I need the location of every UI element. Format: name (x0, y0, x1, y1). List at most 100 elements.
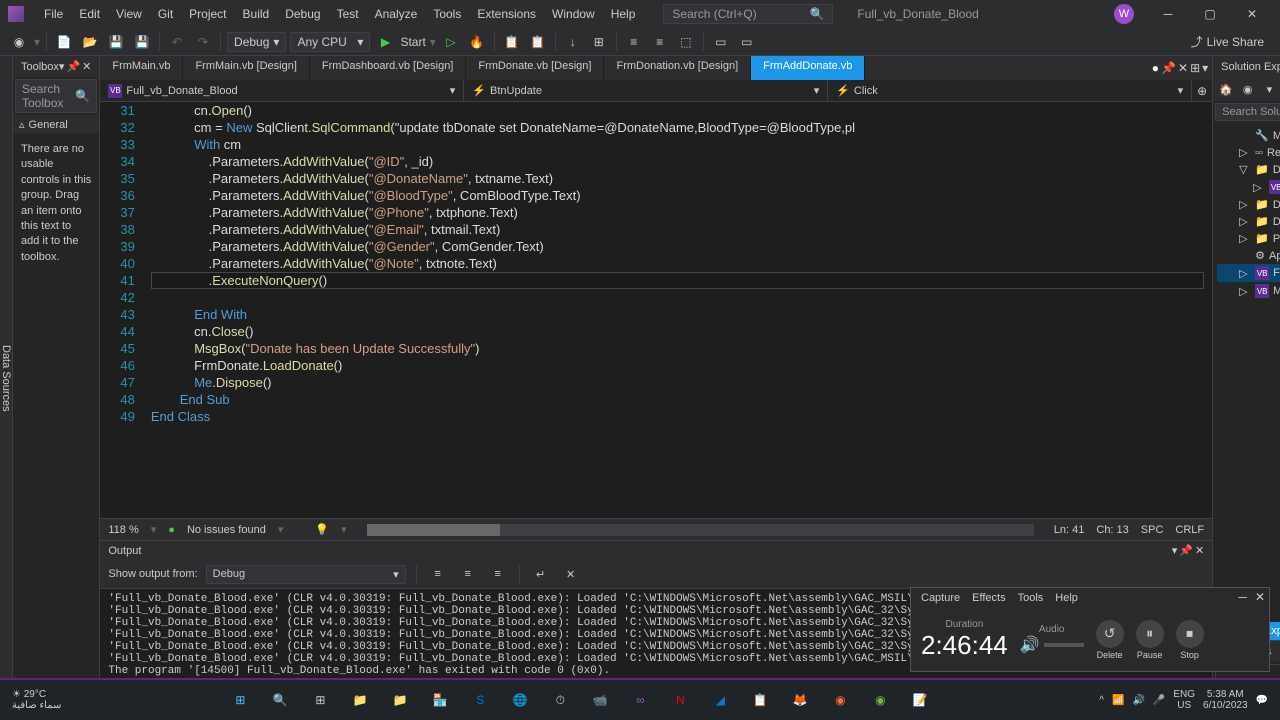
tree-item[interactable]: ▷VBFrmMain.vb (1217, 264, 1280, 282)
back-button[interactable]: ◉ (8, 31, 30, 53)
open-button[interactable]: 📂 (79, 31, 101, 53)
tray-chevron-icon[interactable]: ^ (1099, 695, 1104, 706)
tb-icon[interactable]: ▭ (736, 31, 758, 53)
document-tab[interactable]: FrmDashboard.vb [Design] (310, 56, 466, 80)
taskbar-app[interactable]: ⏱ (542, 682, 578, 718)
weather-widget[interactable]: ☀ 29°C سماء صافية (12, 689, 61, 711)
rec-minimize[interactable]: ─ (1238, 590, 1247, 604)
close-icon[interactable]: ✕ (82, 60, 91, 73)
menu-test[interactable]: Test (329, 3, 367, 25)
delete-button[interactable]: ↺Delete (1096, 620, 1124, 660)
taskbar-app[interactable]: S (462, 682, 498, 718)
document-tab[interactable]: FrmDonate.vb [Design] (466, 56, 604, 80)
tree-item[interactable]: ▷VBFrmDashboard.vb (1217, 178, 1280, 196)
tb-icon[interactable]: 📋 (527, 31, 549, 53)
taskbar-app[interactable]: 🦊 (782, 682, 818, 718)
toolbox-search[interactable]: Search Toolbox 🔍 (15, 79, 97, 113)
tb-icon[interactable]: ▭ (710, 31, 732, 53)
tb-icon[interactable]: ⊞ (588, 31, 610, 53)
tree-item[interactable]: ⚙App.config (1217, 247, 1280, 264)
tree-item[interactable]: 🔧My Project (1217, 127, 1280, 144)
tray-lang[interactable]: ENGUS (1173, 689, 1195, 711)
document-tab[interactable]: FrmAddDonate.vb (751, 56, 865, 80)
recorder-menu-item[interactable]: Capture (921, 592, 960, 604)
taskbar-app[interactable]: 📁 (382, 682, 418, 718)
menu-edit[interactable]: Edit (71, 3, 108, 25)
menu-debug[interactable]: Debug (277, 3, 328, 25)
tree-item[interactable]: ▷📁Patient (1217, 230, 1280, 247)
tb-icon[interactable]: ≡ (649, 31, 671, 53)
close-button[interactable]: ✕ (1232, 0, 1272, 28)
minimize-button[interactable]: ─ (1148, 0, 1188, 28)
taskbar-app[interactable]: ◉ (862, 682, 898, 718)
dropdown-icon[interactable]: ▾ (1172, 544, 1178, 557)
tb-icon[interactable]: ≡ (623, 31, 645, 53)
menu-build[interactable]: Build (235, 3, 278, 25)
start-button[interactable]: ▶ (374, 31, 396, 53)
document-tab[interactable]: FrmMain.vb (100, 56, 183, 80)
tb-icon[interactable]: 📋 (501, 31, 523, 53)
task-view-icon[interactable]: ⊞ (302, 682, 338, 718)
platform-dropdown[interactable]: Any CPU▾ (290, 32, 370, 52)
tab-dropdown-icon[interactable]: ⊞ (1190, 61, 1200, 75)
taskbar-app[interactable]: 🌐 (502, 682, 538, 718)
taskbar-app[interactable]: ◢ (702, 682, 738, 718)
left-sidebar-tab[interactable]: Data Sources (0, 56, 13, 700)
output-icon[interactable]: ≡ (427, 563, 449, 585)
recorder-menu-item[interactable]: Help (1055, 592, 1078, 604)
pin-icon[interactable]: 📌 (1179, 544, 1193, 557)
menu-help[interactable]: Help (603, 3, 644, 25)
speaker-icon[interactable]: 🔊 (1020, 635, 1040, 655)
tray-network-icon[interactable]: 📶 (1112, 695, 1124, 706)
output-icon[interactable]: ≡ (457, 563, 479, 585)
taskbar-app[interactable]: ∞ (622, 682, 658, 718)
tray-clock[interactable]: 5:38 AM6/10/2023 (1203, 689, 1248, 711)
toolbox-general-group[interactable]: ▵General (13, 115, 99, 134)
zoom-level[interactable]: 118 % (108, 524, 138, 536)
hot-reload-button[interactable]: 🔥 (466, 31, 488, 53)
tray-mic-icon[interactable]: 🎤 (1153, 695, 1165, 706)
redo-button[interactable]: ↷ (192, 31, 214, 53)
pause-button[interactable]: ⏸Pause (1136, 620, 1164, 660)
document-tab[interactable]: FrmMain.vb [Design] (183, 56, 309, 80)
tree-item[interactable]: ▷▫▫References (1217, 144, 1280, 161)
recorder-menu-item[interactable]: Tools (1018, 592, 1044, 604)
menu-file[interactable]: File (36, 3, 71, 25)
nav-project[interactable]: VBFull_vb_Donate_Blood▾ (100, 80, 464, 101)
taskbar-app[interactable]: 📋 (742, 682, 778, 718)
taskbar-app[interactable]: ◉ (822, 682, 858, 718)
tree-item[interactable]: ▷📁Donation (1217, 213, 1280, 230)
taskbar-app[interactable]: 📝 (902, 682, 938, 718)
stop-button[interactable]: ⏹Stop (1176, 620, 1204, 660)
se-search[interactable]: Search Solution Explorer (Ctrl+;) (1215, 103, 1280, 121)
split-icon[interactable]: ⊕ (1192, 80, 1212, 101)
recorder-menu-item[interactable]: Effects (972, 592, 1005, 604)
output-source-dropdown[interactable]: Debug▾ (206, 565, 406, 584)
menu-tools[interactable]: Tools (425, 3, 469, 25)
taskbar-app[interactable]: 📹 (582, 682, 618, 718)
menu-git[interactable]: Git (150, 3, 181, 25)
menu-window[interactable]: Window (544, 3, 603, 25)
rec-close[interactable]: ✕ (1255, 590, 1265, 604)
tray-volume-icon[interactable]: 🔊 (1132, 695, 1144, 706)
start-button[interactable]: ⊞ (222, 682, 258, 718)
hscrollbar[interactable] (367, 524, 1034, 536)
maximize-button[interactable]: ▢ (1190, 0, 1230, 28)
pin-icon[interactable]: 📌 (66, 60, 80, 73)
lightbulb-icon[interactable]: 💡 (315, 523, 329, 536)
tab-pin-icon[interactable]: 📌 (1161, 61, 1176, 75)
menu-project[interactable]: Project (181, 3, 234, 25)
tb-icon[interactable]: ↓ (562, 31, 584, 53)
user-avatar[interactable]: W (1114, 4, 1134, 24)
taskbar-app[interactable]: 📁 (342, 682, 378, 718)
close-icon[interactable]: ✕ (1195, 544, 1204, 557)
tree-item[interactable]: ▷📁Donate (1217, 196, 1280, 213)
menu-view[interactable]: View (108, 3, 150, 25)
tab-dropdown-icon[interactable]: ▾ (1202, 61, 1208, 75)
menu-extensions[interactable]: Extensions (469, 3, 544, 25)
nav-member[interactable]: ⚡BtnUpdate▾ (464, 80, 828, 101)
output-icon[interactable]: ↵ (530, 563, 552, 585)
undo-button[interactable]: ↶ (166, 31, 188, 53)
live-share-button[interactable]: ⤴ Live Share (1183, 33, 1272, 50)
se-icon[interactable]: ▾ (1260, 80, 1280, 98)
